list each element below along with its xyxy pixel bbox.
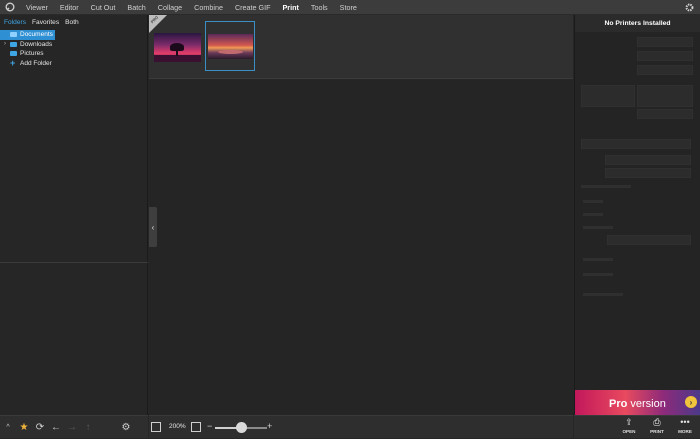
tab-favorites[interactable]: Favorites — [32, 19, 59, 26]
disabled-field — [637, 65, 693, 75]
frame-icon[interactable] — [151, 422, 161, 432]
ad-pro-text: Pro version — [609, 398, 666, 410]
tab-folders[interactable]: Folders — [4, 19, 26, 26]
browser-tabs: Folders Favorites Both — [0, 15, 147, 29]
menu-collage[interactable]: Collage — [152, 0, 188, 15]
settings-gear-icon[interactable]: ⚙ — [118, 416, 134, 439]
plus-icon: + — [10, 57, 16, 68]
disabled-field — [637, 109, 693, 119]
zoom-slider-knob[interactable] — [235, 422, 247, 433]
folder-pictures[interactable]: Pictures — [0, 49, 147, 59]
folder-browser-pane: Folders Favorites Both Documents › Downl… — [0, 15, 148, 415]
more-button[interactable]: ••• MORE — [673, 416, 697, 439]
star-icon[interactable]: ★ — [16, 416, 32, 439]
menu-create-gif[interactable]: Create GIF — [229, 0, 277, 15]
folder-documents[interactable]: Documents — [0, 30, 55, 40]
folder-label: Pictures — [20, 50, 44, 58]
printer-icon: ⎙ — [653, 417, 661, 427]
add-folder-label: Add Folder — [20, 59, 52, 67]
menu-combine[interactable]: Combine — [188, 0, 229, 15]
up-arrow-icon[interactable]: ↑ — [80, 416, 96, 439]
add-folder-button[interactable]: + Add Folder — [0, 57, 147, 69]
folder-icon — [10, 41, 17, 47]
menu-print[interactable]: Print — [277, 0, 305, 15]
zoom-toolbar: 200% − + — [149, 415, 573, 438]
disabled-field — [581, 85, 635, 107]
menu-tools[interactable]: Tools — [305, 0, 334, 15]
thumbnail-strip: PRO — [149, 15, 573, 79]
settings-gear-icon[interactable] — [684, 2, 695, 13]
menu-editor[interactable]: Editor — [54, 0, 85, 15]
folder-downloads[interactable]: › Downloads — [0, 40, 147, 50]
ad-arrow-icon[interactable]: › — [685, 396, 697, 408]
pro-version-ad-banner[interactable]: Pro version › — [575, 390, 700, 415]
print-preview-canvas[interactable] — [149, 80, 573, 415]
browser-toolbar: ^ ★ ⟳ ← → ↑ ⚙ — [0, 415, 148, 438]
zoom-in-icon[interactable]: + — [267, 421, 272, 431]
forward-arrow-icon[interactable]: → — [64, 416, 80, 439]
folder-tree: Documents › Downloads Pictures + Add Fol… — [0, 29, 147, 68]
refresh-icon[interactable]: ⟳ — [32, 416, 48, 439]
collapse-panel-chevron-icon[interactable]: ‹ — [149, 207, 157, 247]
menu-viewer[interactable]: Viewer — [20, 0, 54, 15]
print-settings-panel: No Printers Installed Pro version › — [574, 15, 700, 415]
folder-label: Downloads — [20, 40, 53, 48]
disabled-field — [637, 51, 693, 61]
folder-label: Documents — [20, 31, 53, 39]
more-dots-icon: ••• — [680, 417, 690, 427]
back-arrow-icon[interactable]: ← — [48, 416, 64, 439]
thumbnail-image-2-selected[interactable] — [205, 21, 255, 71]
menu-cut-out[interactable]: Cut Out — [85, 0, 122, 15]
thumbnail-image-1[interactable] — [154, 33, 201, 62]
zoom-level: 200% — [169, 423, 186, 430]
printer-status-title: No Printers Installed — [575, 15, 700, 32]
zoom-out-icon[interactable]: − — [207, 421, 212, 431]
disabled-field — [637, 85, 693, 107]
action-toolbar: ⇪ OPEN ⎙ PRINT ••• MORE — [574, 415, 700, 438]
open-button[interactable]: ⇪ OPEN — [617, 416, 641, 439]
share-open-icon: ⇪ — [625, 417, 633, 427]
menu-batch[interactable]: Batch — [121, 0, 151, 15]
folder-icon — [10, 32, 17, 38]
disabled-select — [605, 155, 691, 165]
tab-both[interactable]: Both — [65, 19, 79, 26]
pane-divider — [0, 262, 148, 263]
disabled-field — [637, 37, 693, 47]
disabled-segmented-control — [581, 139, 691, 149]
fit-to-screen-icon[interactable] — [191, 422, 201, 432]
disabled-field — [607, 235, 691, 245]
menu-bar: Viewer Editor Cut Out Batch Collage Comb… — [0, 0, 700, 15]
menu-store[interactable]: Store — [334, 0, 363, 15]
print-button[interactable]: ⎙ PRINT — [645, 416, 669, 439]
folder-icon — [10, 51, 17, 57]
app-logo-icon[interactable] — [0, 0, 20, 15]
chevron-up-icon[interactable]: ^ — [0, 416, 16, 439]
disabled-select — [605, 168, 691, 178]
